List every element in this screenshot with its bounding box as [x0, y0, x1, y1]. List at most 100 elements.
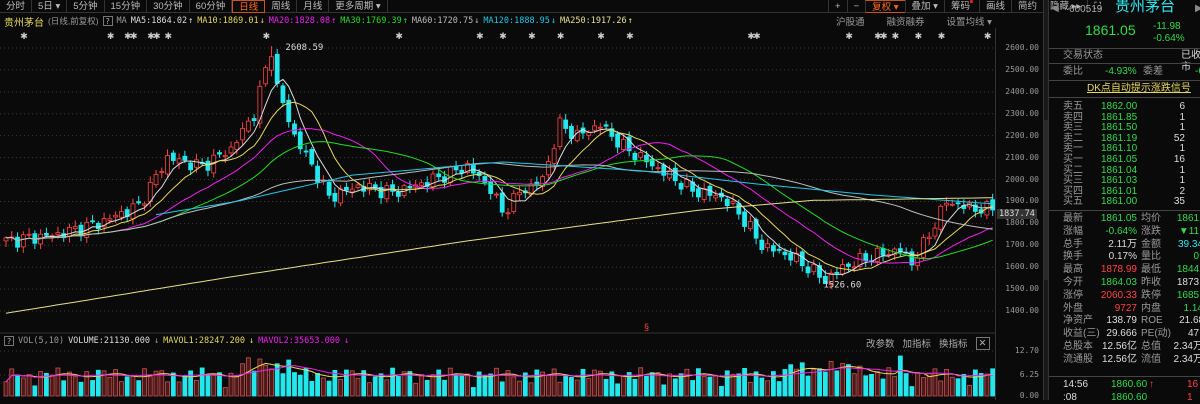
prev-stock-icon[interactable]: ◀	[1051, 3, 1059, 15]
volume-bar	[280, 373, 286, 397]
stat-label: 涨停	[1063, 289, 1083, 301]
volume-bar	[874, 370, 880, 397]
quote-panel: ◀ 600519 贵州茅台 ▶ 1861.05 -11.98 -0.64% 交易状态 已收市…	[1048, 0, 1200, 403]
candle-body	[863, 253, 869, 262]
volume-bar	[107, 376, 113, 397]
volume-bar	[165, 381, 170, 397]
volume-bar	[707, 376, 713, 397]
toolbar-button[interactable]: 画线	[978, 0, 1011, 13]
stat-label: 总手	[1063, 238, 1083, 250]
volume-bar	[326, 380, 332, 397]
volume-bar	[892, 376, 897, 397]
stat-value: 1864.03	[1100, 277, 1137, 288]
ma-link[interactable]: 设置均线 ▾	[947, 14, 992, 28]
candle-body	[776, 248, 782, 251]
stat-label: 金额	[1141, 238, 1161, 250]
volume-bar	[580, 368, 586, 397]
low-price-label: 1526.60	[823, 280, 861, 290]
help-button[interactable]: ?	[102, 16, 113, 26]
ma250-line	[5, 197, 993, 314]
indicator-button[interactable]: 改参数	[866, 336, 895, 350]
tab-period[interactable]: 月线	[297, 0, 330, 13]
candle-body	[407, 185, 413, 189]
toolbar-button[interactable]: 简约	[1011, 0, 1043, 13]
candle-body	[615, 133, 621, 148]
tab-period[interactable]: 更多周期 ▾	[329, 0, 388, 13]
indicator-button[interactable]: 加指标	[903, 336, 932, 350]
candle-body	[136, 201, 142, 204]
volume-bar	[378, 373, 384, 397]
event-star-icon: ✱	[499, 31, 507, 41]
price-tick: 2200.00	[1005, 130, 1039, 140]
stat-value: 2.11万	[1108, 238, 1137, 250]
volume-bar	[632, 378, 638, 397]
tab-period[interactable]: 60分钟	[190, 0, 233, 13]
candle-body	[499, 192, 505, 213]
stat-value: 12.56亿	[1101, 341, 1137, 352]
tab-period[interactable]: 30分钟	[147, 0, 190, 13]
stat-label: 量比	[1141, 251, 1161, 263]
stat-label: 均价	[1141, 213, 1161, 224]
candle-body	[303, 150, 309, 153]
candle-body	[742, 211, 747, 227]
panel-stock-name: 贵州茅台	[1115, 0, 1176, 15]
stat-label: ROE	[1141, 315, 1163, 327]
stat-label: 跌停	[1141, 289, 1161, 301]
candle-body	[955, 202, 961, 205]
next-stock-icon[interactable]: ▶	[1195, 3, 1200, 15]
vol-help-button[interactable]: ?	[4, 336, 14, 346]
stat-row: 净资产138.79ROE21.68%	[1049, 315, 1200, 327]
volume-bar	[494, 367, 499, 397]
candle-body	[240, 128, 245, 141]
ma-link[interactable]: 沪股通	[836, 14, 865, 28]
volume-bar	[851, 373, 857, 397]
volume-bar	[788, 364, 794, 397]
tab-period[interactable]: 5日 ▾	[32, 0, 68, 13]
volume-bar	[719, 385, 724, 397]
tab-period[interactable]: 分时	[0, 0, 33, 13]
indicator-button[interactable]: 换指标	[939, 336, 968, 350]
volume-bar	[124, 376, 130, 397]
candle-body	[805, 266, 811, 274]
stat-row: 最新 1861.05 均价 1861.89	[1049, 213, 1200, 225]
volume-bar	[592, 369, 597, 397]
toolbar-button[interactable]: 筹码	[943, 0, 979, 13]
close-icon[interactable]: ✕	[975, 336, 990, 350]
volume-bar	[205, 374, 211, 397]
arrow-down-icon: ↓	[550, 16, 557, 26]
signal-marker: §	[644, 322, 650, 332]
toolbar-button[interactable]: −	[846, 0, 866, 13]
ma120-line	[155, 161, 993, 216]
tab-period[interactable]: 15分钟	[105, 0, 148, 13]
arrow-down-icon: ↓	[343, 336, 350, 346]
toolbar-button[interactable]: 叠加 ▾	[904, 0, 944, 13]
tab-period[interactable]: 周线	[265, 0, 298, 13]
toolbar-button[interactable]: +	[828, 0, 847, 13]
tab-period[interactable]: 5分钟	[67, 0, 105, 13]
candle-body	[430, 173, 436, 188]
candle-body	[26, 233, 32, 236]
candle-body	[944, 202, 949, 206]
candle-body	[95, 223, 101, 229]
candle-body	[245, 120, 251, 132]
tab-period[interactable]: 日线	[232, 0, 266, 13]
volume-bar	[742, 367, 747, 397]
volume-bar	[482, 374, 488, 397]
volume-bar	[782, 369, 788, 397]
volume-bar	[701, 375, 707, 397]
stat-value: 2060.33	[1100, 289, 1137, 301]
candle-body	[349, 188, 355, 193]
ma-link[interactable]: 融资融券	[887, 14, 925, 28]
volume-bar	[182, 375, 188, 397]
toolbar-button[interactable]: 复权 ▾	[865, 0, 905, 13]
ma-right-links: 沪股通 融资融券 设置均线 ▾	[836, 14, 992, 28]
tick-time: :08	[1063, 392, 1077, 403]
price-tick: 1900.00	[1005, 196, 1039, 206]
volume-bar	[436, 369, 442, 397]
dk-signal-link[interactable]: DK点自动提示涨跌信号	[1087, 83, 1191, 95]
candle-body	[655, 167, 661, 170]
volume-bar	[972, 369, 978, 397]
candle-body	[799, 251, 805, 267]
volume-bar	[413, 382, 419, 397]
candle-body	[147, 181, 153, 203]
